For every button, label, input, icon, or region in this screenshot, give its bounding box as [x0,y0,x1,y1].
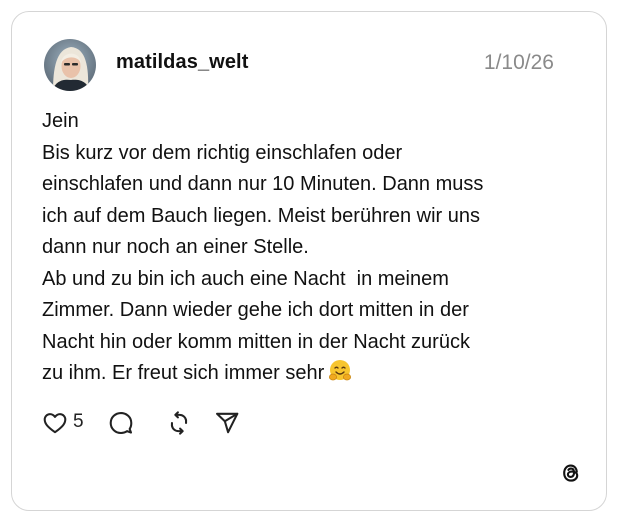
hugging-face-emoji [329,360,352,381]
avatar-photo [44,39,96,91]
threads-logo-icon [559,461,583,485]
post-text-line: dann nur noch an einer Stelle. [42,236,309,258]
send-icon [216,412,239,434]
post-text-last-line: zu ihm. Er freut sich immer sehr [42,358,582,390]
post-text-line: Nacht hin oder komm mitten in der Nacht … [42,330,470,353]
avatar[interactable] [44,39,96,91]
post-date: 1/10/26 [483,51,554,74]
post-card: matildas_welt 1/10/26 Jein Bis kurz vor … [11,11,607,511]
post-text-line: Bis kurz vor dem richtig einschlafen ode… [42,141,403,164]
post-text-line: Jein [42,110,79,132]
repost-button[interactable] [166,410,192,441]
post-text-line: Zimmer. Dann wieder gehe ich dort mitten… [42,299,469,321]
share-button[interactable] [214,410,240,441]
post-text-line: ich auf dem Bauch liegen. Meist berühren… [42,204,481,227]
like-button[interactable] [42,410,68,441]
post-text-line: Ab und zu bin ich auch eine Nacht in mei… [42,267,449,290]
threads-logo-icon [563,464,579,482]
post-text: Jein Bis kurz vor dem richtig einschlafe… [42,106,582,390]
post-text-line: zu ihm. Er freut sich immer sehr [42,362,325,384]
username[interactable]: matildas_welt [116,51,248,74]
like-count: 5 [73,411,84,432]
post-text-line: einschlafen und dann nur 10 Minuten. Dan… [42,173,484,195]
heart-icon [43,413,67,434]
comment-bubble-icon [109,412,133,434]
reply-button[interactable] [108,410,134,441]
repost-icon [170,411,188,435]
